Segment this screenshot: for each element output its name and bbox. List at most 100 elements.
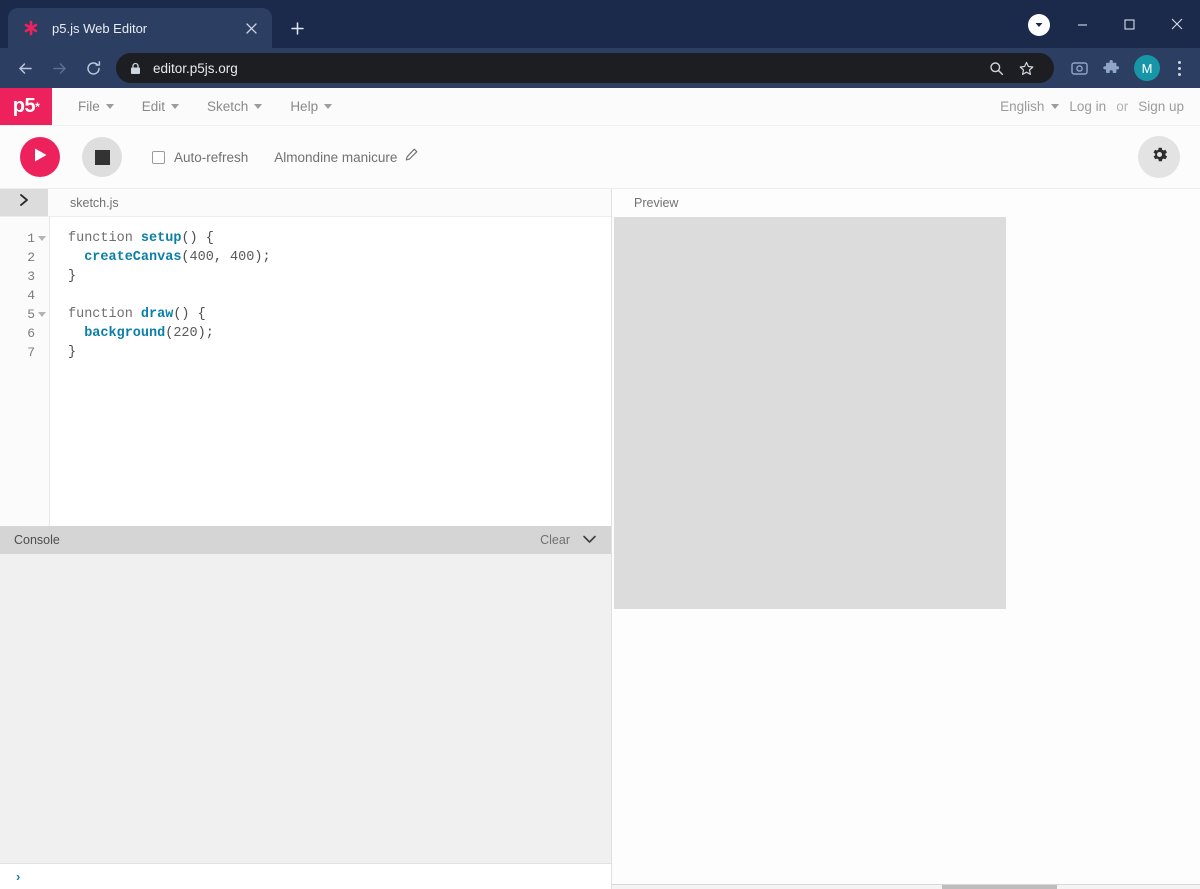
console-output (0, 554, 611, 863)
menu-item-edit[interactable]: Edit (130, 88, 191, 126)
sketch-canvas[interactable] (614, 217, 1006, 609)
browser-tab-strip: p5.js Web Editor (0, 0, 1200, 48)
close-icon[interactable] (240, 17, 262, 39)
star-icon[interactable] (1012, 54, 1040, 82)
code-token: } (68, 269, 77, 284)
horizontal-scrollbar[interactable] (612, 884, 1200, 889)
p5-asterisk-icon (22, 19, 40, 37)
line-number: 1 (0, 229, 49, 248)
play-button[interactable] (20, 137, 60, 177)
console-header: Console Clear (0, 526, 611, 554)
line-number: 5 (0, 305, 49, 324)
menu-item-file[interactable]: File (66, 88, 126, 126)
window-close-icon[interactable] (1153, 0, 1200, 48)
auto-refresh-label: Auto-refresh (174, 149, 249, 165)
code-token: 220 (173, 326, 198, 341)
file-tab-label: sketch.js (70, 195, 119, 210)
code-token: () { (181, 231, 214, 246)
reload-icon[interactable] (76, 51, 110, 85)
gear-icon (1150, 145, 1169, 169)
preview-label: Preview (634, 196, 679, 210)
menu-item-help[interactable]: Help (278, 88, 344, 126)
console-clear-button[interactable]: Clear (540, 533, 570, 547)
code-token: ); (254, 250, 271, 265)
browser-tab-p5js-web-editor[interactable]: p5.js Web Editor (8, 8, 272, 48)
code-token: function (68, 307, 141, 322)
p5-logo-asterisk: * (35, 99, 40, 114)
media-capture-icon[interactable] (1064, 53, 1094, 83)
code-editor[interactable]: 1 2 3 4 5 6 7 function setup() { createC… (0, 217, 611, 526)
workspace: sketch.js 1 2 3 4 5 6 7 function setup()… (0, 189, 1200, 889)
auto-refresh-toggle[interactable]: Auto-refresh (152, 150, 248, 165)
code-token: draw (140, 307, 174, 322)
code-token: createCanvas (84, 250, 182, 265)
search-icon[interactable] (982, 54, 1010, 82)
scrollbar-thumb[interactable] (942, 885, 1057, 889)
address-bar[interactable]: editor.p5js.org (116, 53, 1054, 83)
code-token: 400 (189, 250, 214, 265)
play-triangle-icon (33, 147, 48, 168)
file-bar: sketch.js (0, 189, 611, 217)
code-line: } (68, 343, 611, 362)
menu-item-sketch-label: Sketch (207, 99, 249, 114)
browser-tab-title: p5.js Web Editor (52, 20, 148, 36)
fold-placeholder (38, 293, 46, 298)
language-selector[interactable]: English (1000, 99, 1060, 114)
maximize-icon[interactable] (1106, 0, 1153, 48)
fold-placeholder (38, 255, 46, 260)
fold-triangle-icon[interactable] (38, 312, 46, 317)
file-tab-sketch-js[interactable]: sketch.js (48, 189, 119, 216)
menu-item-edit-label: Edit (141, 99, 166, 114)
editor-pane: sketch.js 1 2 3 4 5 6 7 function setup()… (0, 189, 612, 889)
sidebar-toggle-button[interactable] (0, 189, 48, 216)
editor-code-area[interactable]: function setup() { createCanvas(400, 400… (50, 217, 611, 526)
p5-menu: File Edit Sketch Help (52, 88, 344, 125)
browser-toolbar: editor.p5js.org M (0, 48, 1200, 88)
avatar[interactable]: M (1134, 55, 1160, 81)
code-token: 400 (230, 250, 255, 265)
pencil-icon[interactable] (405, 148, 418, 166)
back-arrow-icon[interactable] (8, 51, 42, 85)
browser-window: p5.js Web Editor editor.p5js.org M p5 * … (0, 0, 1200, 889)
chevron-down-icon (254, 104, 263, 109)
code-token: ( (181, 250, 190, 265)
fold-triangle-icon[interactable] (38, 236, 46, 241)
settings-button[interactable] (1138, 136, 1180, 178)
chevron-down-icon (105, 104, 114, 109)
preview-body (612, 217, 1200, 884)
line-number: 3 (0, 267, 49, 286)
chevron-down-icon (324, 104, 333, 109)
sign-up-link[interactable]: Sign up (1138, 99, 1184, 114)
p5-logo[interactable]: p5 * (0, 88, 52, 125)
p5js-web-editor-page: p5 * File Edit Sketch Help English Log i… (0, 88, 1200, 889)
log-in-link[interactable]: Log in (1069, 99, 1106, 114)
prompt-chevron-icon: › (16, 869, 21, 884)
code-line: createCanvas(400, 400); (68, 248, 611, 267)
forward-arrow-icon[interactable] (42, 51, 76, 85)
lock-icon (130, 62, 141, 75)
puzzle-piece-icon[interactable] (1096, 53, 1126, 83)
chevron-down-icon[interactable] (582, 531, 597, 549)
editor-gutter: 1 2 3 4 5 6 7 (0, 217, 50, 526)
chevron-down-icon (171, 104, 180, 109)
p5-toolbar: Auto-refresh Almondine manicure (0, 126, 1200, 189)
minimize-icon[interactable] (1059, 0, 1106, 48)
code-token: function (68, 231, 141, 246)
code-line: function setup() { (68, 229, 611, 248)
three-dot-menu-icon[interactable] (1166, 60, 1192, 76)
window-controls (1059, 0, 1200, 48)
address-bar-url: editor.p5js.org (153, 60, 238, 76)
menu-item-sketch[interactable]: Sketch (195, 88, 274, 126)
auto-refresh-checkbox[interactable] (152, 150, 165, 164)
stop-button[interactable] (82, 137, 122, 177)
sketch-name[interactable]: Almondine manicure (274, 148, 418, 166)
new-tab-button[interactable] (282, 13, 312, 43)
code-token: background (84, 326, 166, 341)
console-input[interactable]: › (0, 863, 611, 889)
p5-navbar: p5 * File Edit Sketch Help English Log i… (0, 88, 1200, 126)
fold-placeholder (38, 274, 46, 279)
download-badge-icon[interactable] (1028, 14, 1050, 36)
p5-navbar-right: English Log in or Sign up (1000, 88, 1200, 125)
menu-item-file-label: File (78, 99, 100, 114)
